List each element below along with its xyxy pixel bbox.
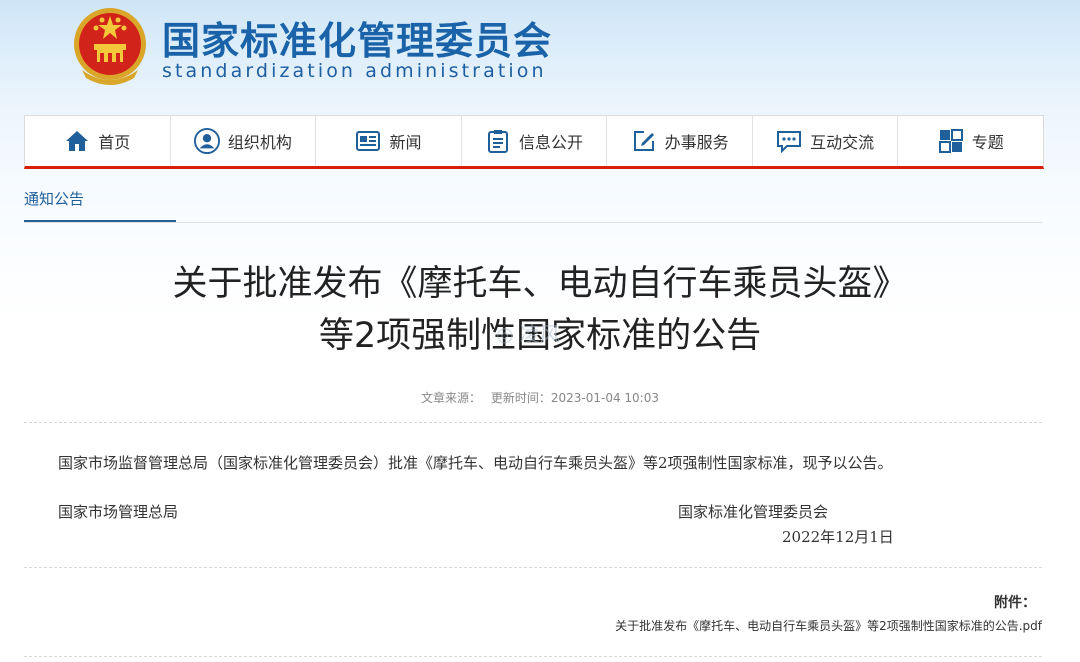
nav-item-news[interactable]: 新闻 — [316, 116, 462, 166]
nav-label: 新闻 — [389, 133, 422, 152]
nav-item-home[interactable]: 首页 — [25, 116, 171, 166]
article-body: 国家市场监督管理总局（国家标准化管理委员会）批准《摩托车、电动自行车乘员头盔》等… — [58, 454, 893, 472]
signer-right: 国家标准化管理委员会 — [678, 503, 829, 521]
article-meta: 文章来源： 更新时间：2023-01-04 10:03 — [0, 389, 1080, 406]
article-title-line1: 关于批准发布《摩托车、电动自行车乘员头盔》 — [172, 264, 908, 304]
article-date: 2022年12月1日 — [782, 528, 894, 546]
national-emblem-icon — [74, 8, 146, 85]
nav-item-topics[interactable]: 专题 — [898, 116, 1043, 166]
site-subtitle: standardization administration — [162, 60, 547, 82]
person-icon — [193, 128, 220, 154]
divider — [24, 567, 1042, 568]
nav-label: 首页 — [98, 133, 131, 152]
newspaper-icon — [355, 128, 381, 154]
edit-icon — [631, 128, 657, 154]
nav-label: 互动交流 — [810, 133, 875, 152]
nav-label: 专题 — [971, 133, 1004, 152]
divider — [24, 422, 1042, 423]
breadcrumb-current[interactable]: 通知公告 — [24, 184, 176, 222]
clipboard-icon — [485, 128, 511, 154]
main-nav: 首页 组织机构 新闻 信息公开 办事服务 互动交流 专题 — [24, 115, 1044, 169]
nav-label: 办事服务 — [664, 133, 729, 152]
divider — [24, 656, 1042, 657]
signer-left: 国家市场管理总局 — [58, 503, 179, 521]
site-header: 国家标准化管理委员会 standardization administratio… — [0, 0, 1080, 112]
nav-label: 信息公开 — [519, 133, 584, 152]
nav-item-organization[interactable]: 组织机构 — [171, 116, 317, 166]
nav-label: 组织机构 — [227, 133, 292, 152]
article-source: 文章来源： — [421, 391, 482, 405]
attachment-link[interactable]: 关于批准发布《摩托车、电动自行车乘员头盔》等2项强制性国家标准的公告.pdf — [615, 617, 1042, 634]
chat-icon — [776, 128, 802, 154]
site-title: 国家标准化管理委员会 — [162, 19, 553, 63]
watermark: ◎ 凌风 — [496, 322, 560, 346]
attachment-label: 附件： — [994, 595, 1036, 611]
article-updated: 更新时间：2023-01-04 10:03 — [490, 391, 659, 405]
home-icon — [64, 128, 90, 154]
nav-item-interaction[interactable]: 互动交流 — [753, 116, 899, 166]
topic-icon — [938, 128, 964, 154]
nav-item-services[interactable]: 办事服务 — [607, 116, 753, 166]
nav-item-info-disclosure[interactable]: 信息公开 — [462, 116, 608, 166]
breadcrumb: 通知公告 — [24, 184, 1042, 223]
